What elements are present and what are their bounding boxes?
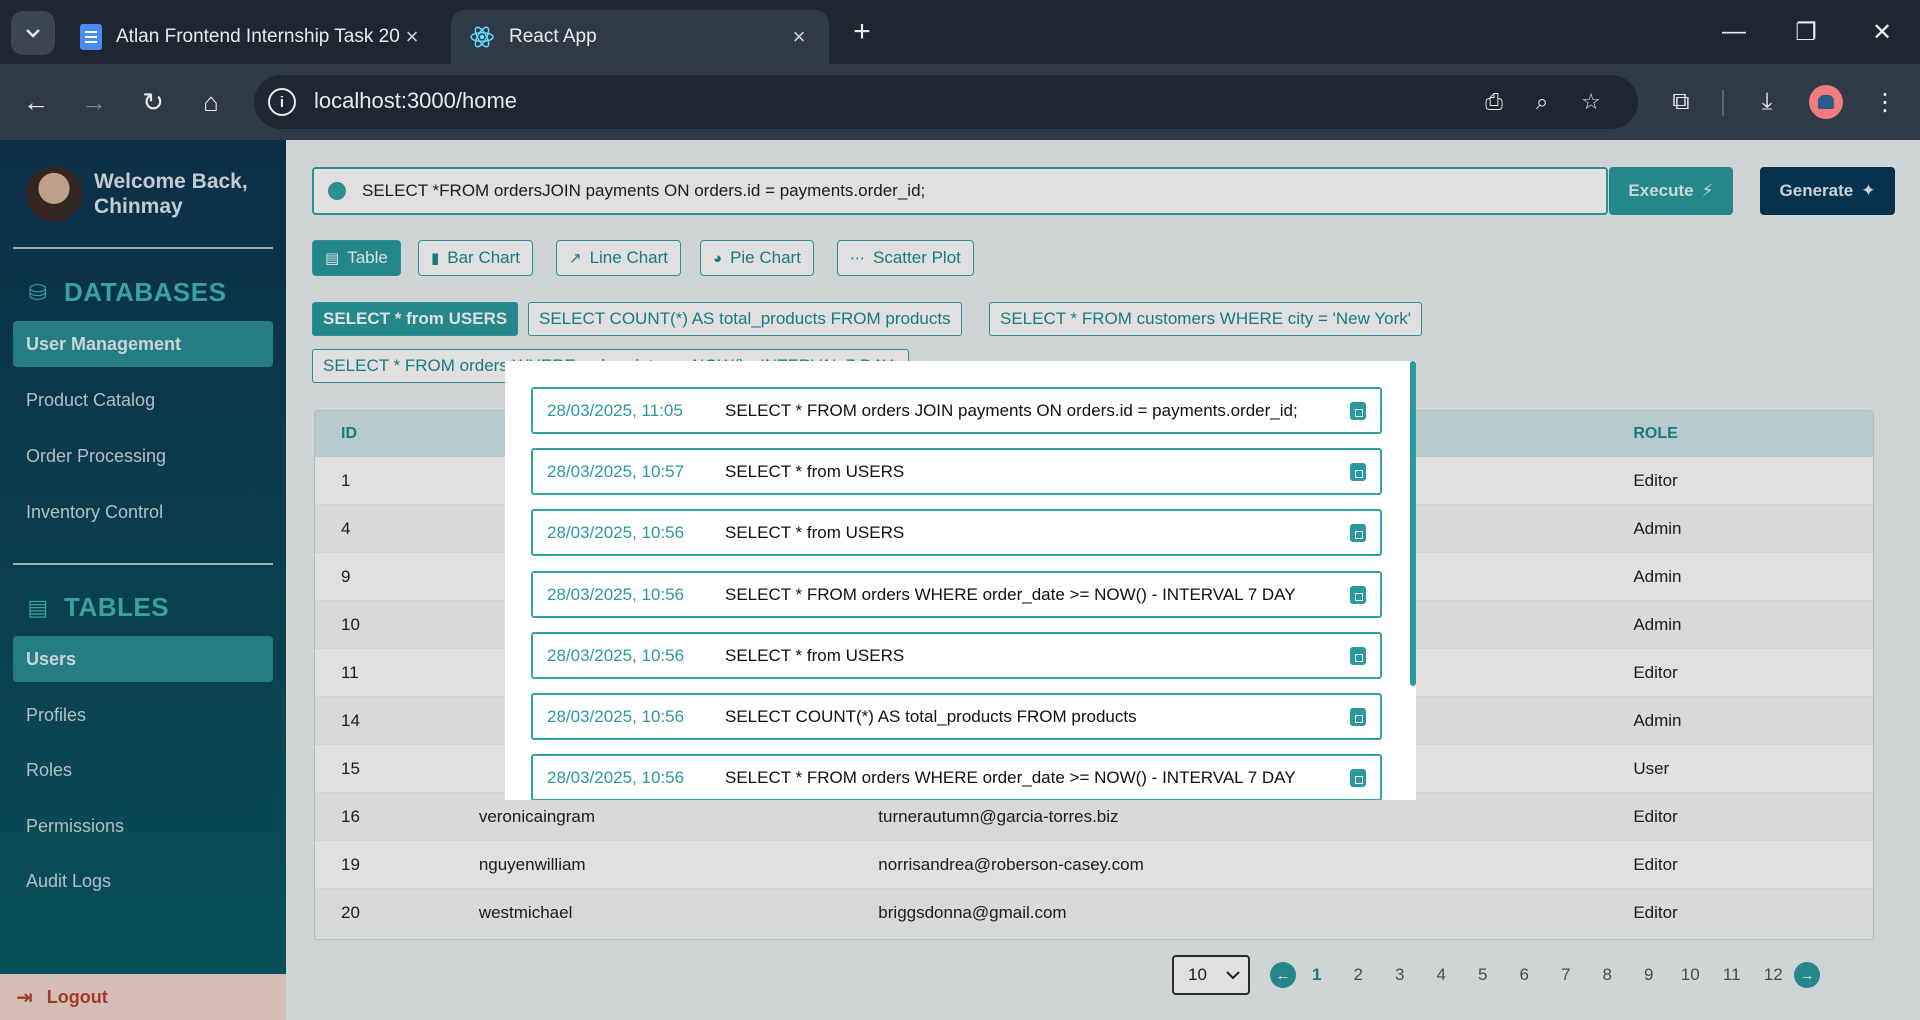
history-query: SELECT * from USERS [725,461,905,481]
copy-icon[interactable] [1350,523,1366,542]
browser-tab-docs[interactable]: Atlan Frontend Internship Task 202 × [62,10,442,64]
copy-icon[interactable] [1350,401,1366,420]
google-docs-icon [80,24,102,50]
history-timestamp: 28/03/2025, 10:56 [547,584,685,604]
history-query: SELECT * FROM orders WHERE order_date >=… [725,584,1296,604]
history-query: SELECT * FROM orders WHERE order_date >=… [725,767,1296,787]
history-query: SELECT * from USERS [725,645,905,665]
history-query: SELECT COUNT(*) AS total_products FROM p… [725,706,1137,726]
history-timestamp: 28/03/2025, 10:56 [547,645,685,665]
zoom-icon[interactable]: ⌕ [1526,86,1558,118]
reload-icon[interactable]: ↻ [133,82,173,122]
copy-icon[interactable] [1350,646,1366,665]
query-history-modal: 28/03/2025, 11:05 SELECT * FROM orders J… [505,361,1416,800]
close-tab-icon[interactable]: × [400,24,424,49]
extensions-icon[interactable]: ⧉ [1661,82,1701,122]
copy-icon[interactable] [1350,585,1366,604]
history-timestamp: 28/03/2025, 10:56 [547,767,685,787]
history-timestamp: 28/03/2025, 10:56 [547,522,685,542]
tab-search-button[interactable] [11,11,55,55]
tab-title: Atlan Frontend Internship Task 202 [116,26,400,47]
tab-title: React App [509,26,597,47]
copy-icon[interactable] [1350,462,1366,481]
browser-tab-strip: Atlan Frontend Internship Task 202 × Rea… [0,0,1920,64]
history-item[interactable]: 28/03/2025, 11:05 SELECT * FROM orders J… [531,387,1382,434]
react-logo-icon [470,26,494,48]
profile-avatar[interactable] [1809,85,1843,119]
forward-arrow-icon[interactable]: → [74,82,114,122]
history-timestamp: 28/03/2025, 10:56 [547,706,685,726]
browser-menu-icon[interactable]: ⋮ [1865,82,1905,122]
close-window-icon[interactable]: ✕ [1862,12,1902,52]
minimize-icon[interactable]: — [1714,12,1754,52]
history-item[interactable]: 28/03/2025, 10:57 SELECT * from USERS [531,448,1382,495]
restore-icon[interactable]: ❐ [1786,12,1826,52]
copy-icon[interactable] [1350,768,1366,787]
install-app-icon[interactable]: ⎙ [1478,86,1510,118]
browser-toolbar: ← → ↻ ⌂ i localhost:3000/home ⎙ ⌕ ☆ ⧉ ⤓ … [0,64,1920,140]
home-icon[interactable]: ⌂ [191,82,231,122]
browser-tab-react-app[interactable]: React App × [451,10,829,64]
bookmark-star-icon[interactable]: ☆ [1575,86,1607,118]
toolbar-divider [1722,90,1724,116]
url-text[interactable]: localhost:3000/home [314,88,517,114]
copy-icon[interactable] [1350,707,1366,726]
download-icon[interactable]: ⤓ [1747,82,1787,122]
new-tab-button[interactable]: + [846,15,878,48]
site-info-icon[interactable]: i [268,88,296,116]
history-timestamp: 28/03/2025, 10:57 [547,461,685,481]
modal-scrollbar[interactable] [1410,361,1416,686]
history-item[interactable]: 28/03/2025, 10:56 SELECT * from USERS [531,509,1382,556]
address-bar[interactable]: i localhost:3000/home ⎙ ⌕ ☆ [254,75,1638,129]
history-item[interactable]: 28/03/2025, 10:56 SELECT COUNT(*) AS tot… [531,693,1382,740]
profile-icon [1818,95,1834,109]
history-query: SELECT * from USERS [725,522,905,542]
chevron-down-icon [26,29,40,38]
history-item[interactable]: 28/03/2025, 10:56 SELECT * FROM orders W… [531,571,1382,618]
close-tab-icon[interactable]: × [787,24,811,49]
back-arrow-icon[interactable]: ← [16,82,56,122]
history-item[interactable]: 28/03/2025, 10:56 SELECT * FROM orders W… [531,754,1382,800]
history-query: SELECT * FROM orders JOIN payments ON or… [725,400,1298,420]
history-item[interactable]: 28/03/2025, 10:56 SELECT * from USERS [531,632,1382,679]
history-timestamp: 28/03/2025, 11:05 [547,400,683,420]
